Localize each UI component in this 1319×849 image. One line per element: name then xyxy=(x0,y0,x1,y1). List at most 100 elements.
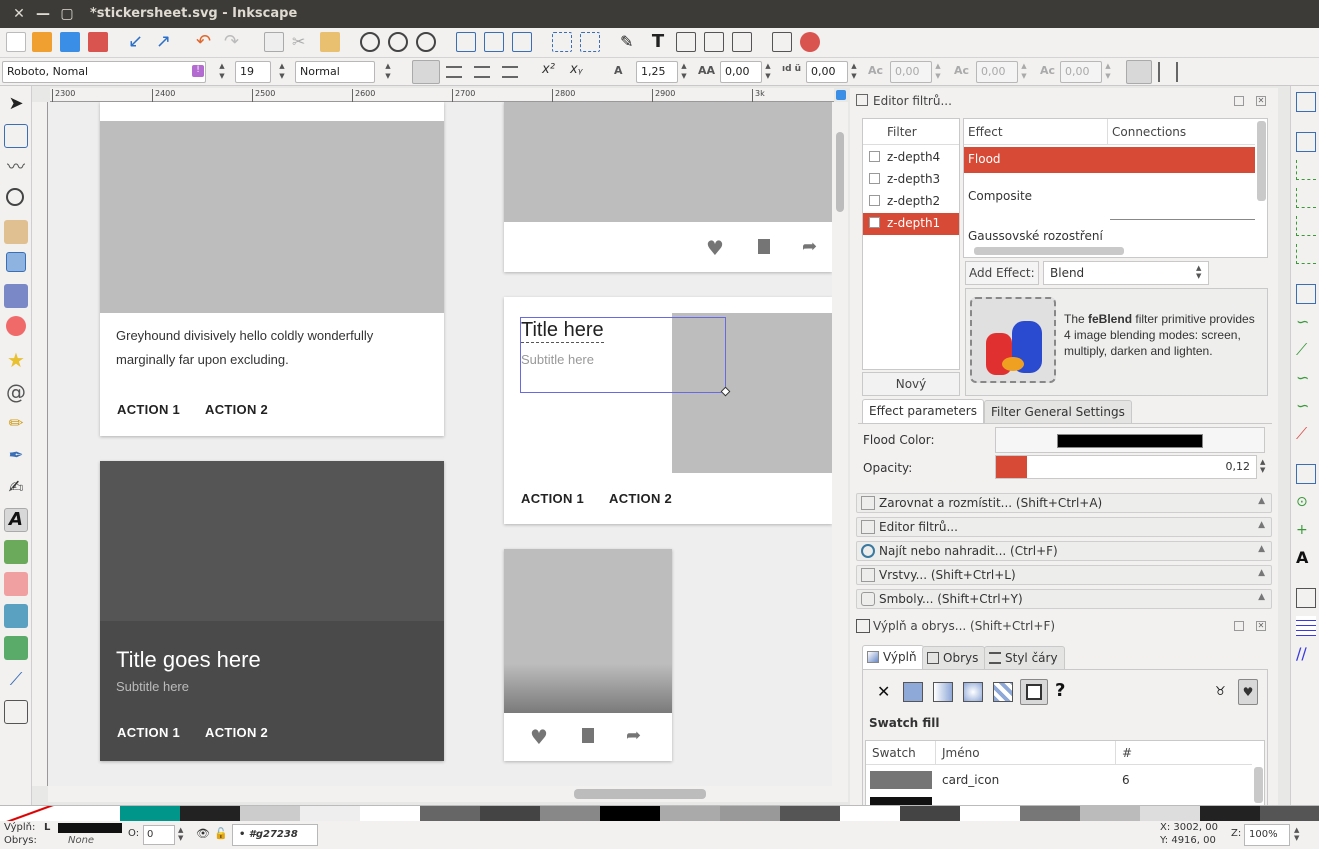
tab-effect-parameters[interactable]: Effect parameters xyxy=(862,399,984,423)
rectangle-tool-icon[interactable] xyxy=(6,252,26,272)
opacity-status-field[interactable]: 0 xyxy=(143,825,175,845)
name-column-header[interactable]: Jméno xyxy=(936,741,1116,765)
palette-swatch[interactable] xyxy=(540,806,600,821)
card-5[interactable]: ♥ ➦ xyxy=(504,549,672,761)
snap-paths-icon[interactable]: ∽ xyxy=(1296,312,1316,332)
palette-swatch[interactable] xyxy=(720,806,780,821)
effect-list-hscroll-thumb[interactable] xyxy=(974,247,1124,255)
card-1[interactable]: Greyhound divisively hello coldly wonder… xyxy=(100,102,444,436)
filter-checkbox[interactable] xyxy=(869,151,880,162)
selector-tool-icon[interactable]: ➤ xyxy=(4,92,28,116)
swatch-table-scroll-thumb[interactable] xyxy=(1254,767,1263,803)
ellipse-tool-icon[interactable] xyxy=(6,316,26,336)
palette-swatch[interactable] xyxy=(960,806,1020,821)
zoom-page-icon[interactable] xyxy=(416,32,436,52)
palette-swatch[interactable] xyxy=(900,806,960,821)
snap-bbox-midpoints-icon[interactable] xyxy=(1296,216,1316,236)
palette-swatch[interactable] xyxy=(1200,806,1260,821)
tab-fill[interactable]: Výplň xyxy=(862,645,924,669)
flood-color-button[interactable] xyxy=(995,427,1265,453)
palette-swatch[interactable] xyxy=(840,806,900,821)
font-size-field[interactable]: 19 xyxy=(235,61,271,83)
text-tool-icon[interactable]: A xyxy=(4,508,28,532)
save-icon[interactable] xyxy=(60,32,80,52)
letter-spacing-field[interactable]: 0,00 xyxy=(720,61,762,83)
kern-v-field[interactable]: 0,00 xyxy=(976,61,1018,83)
duplicate-icon[interactable] xyxy=(456,32,476,52)
effect-row-composite[interactable]: Composite xyxy=(964,175,1255,223)
iconify-panel-icon[interactable] xyxy=(1234,621,1244,631)
palette-swatch[interactable] xyxy=(360,806,420,821)
align-left-button[interactable] xyxy=(412,60,440,84)
lock-guides-icon[interactable] xyxy=(836,90,846,100)
zoom-field[interactable]: 100% xyxy=(1244,824,1290,846)
print-icon[interactable] xyxy=(88,32,108,52)
import-icon[interactable]: ↙ xyxy=(128,32,148,52)
flat-color-button[interactable] xyxy=(903,682,923,702)
count-column-header[interactable]: # xyxy=(1116,741,1252,765)
redo-icon[interactable]: ↷ xyxy=(224,32,244,52)
fill-stroke-icon[interactable]: ✎ xyxy=(620,32,640,52)
pen-tool-icon[interactable]: ✒ xyxy=(4,444,28,468)
tweak-tool-icon[interactable]: 〰 xyxy=(4,156,28,180)
snap-bbox-edges-icon[interactable] xyxy=(1296,160,1316,180)
zoom-drawing-icon[interactable] xyxy=(388,32,408,52)
kern-v-stepper[interactable]: ▲ ▼ xyxy=(1018,61,1030,83)
effect-row-flood[interactable]: Flood xyxy=(964,147,1255,173)
palette-swatch[interactable] xyxy=(1080,806,1140,821)
measure-tool-icon[interactable] xyxy=(4,220,28,244)
new-filter-button[interactable]: Nový xyxy=(862,372,960,396)
pencil-tool-icon[interactable]: ✏ xyxy=(4,412,28,436)
lock-icon[interactable]: 🔓 xyxy=(214,827,228,840)
card-2[interactable]: Title goes here Subtitle here ACTION 1 A… xyxy=(100,461,444,761)
swatch-button[interactable] xyxy=(1020,679,1048,705)
font-size-stepper[interactable]: ▲ ▼ xyxy=(276,61,288,83)
palette-swatch[interactable] xyxy=(600,806,660,821)
iconify-panel-icon[interactable] xyxy=(1234,96,1244,106)
rotation-field[interactable]: 0,00 xyxy=(1060,61,1102,83)
close-panel-icon[interactable]: ✕ xyxy=(1256,96,1266,106)
tab-filter-general-settings[interactable]: Filter General Settings xyxy=(984,400,1132,424)
swatch-column-header[interactable]: Swatch xyxy=(866,741,936,765)
snap-nodes-icon[interactable] xyxy=(1296,284,1316,304)
snap-smooth-nodes-icon[interactable]: ∽ xyxy=(1296,396,1316,416)
snap-grid-icon[interactable] xyxy=(1296,616,1316,636)
pattern-button[interactable] xyxy=(993,682,1013,702)
visibility-icon[interactable]: 👁 xyxy=(196,827,210,840)
color-palette[interactable] xyxy=(0,805,1319,821)
kern-h-stepper[interactable]: ▲ ▼ xyxy=(932,61,944,83)
close-panel-icon[interactable]: ✕ xyxy=(1256,621,1266,631)
layers-icon[interactable] xyxy=(676,32,696,52)
palette-swatch[interactable] xyxy=(1140,806,1200,821)
connector-tool-icon[interactable] xyxy=(4,700,28,724)
snap-enable-icon[interactable] xyxy=(1296,92,1316,112)
filter-checkbox[interactable] xyxy=(869,217,880,228)
dropper-tool-icon[interactable]: ⟋ xyxy=(4,668,28,692)
line-spacing-field[interactable]: 1,25 xyxy=(636,61,678,83)
snap-rotation-centers-icon[interactable]: + xyxy=(1296,520,1316,540)
palette-swatch[interactable] xyxy=(120,806,180,821)
snap-intersections-icon[interactable]: ⟋ xyxy=(1296,340,1316,360)
export-icon[interactable]: ↗ xyxy=(156,32,176,52)
palette-swatch[interactable] xyxy=(480,806,540,821)
unset-paint-button[interactable]: ? xyxy=(1055,680,1065,701)
panel-filter-editor[interactable]: Editor filtrů... ▲ xyxy=(856,517,1272,537)
ungroup-icon[interactable] xyxy=(580,32,600,52)
fill-rule-evenodd-icon[interactable]: ♉ xyxy=(1215,684,1226,698)
linear-gradient-button[interactable] xyxy=(933,682,953,702)
align-distribute-icon[interactable] xyxy=(732,32,752,52)
table-row-name[interactable]: card_icon xyxy=(942,773,999,787)
group-icon[interactable] xyxy=(552,32,572,52)
xml-editor-icon[interactable] xyxy=(704,32,724,52)
opacity-status-stepper[interactable]: ▲ ▼ xyxy=(178,826,183,842)
snap-bbox-corners-icon[interactable] xyxy=(1296,188,1316,208)
tab-stroke-style[interactable]: Styl čáry xyxy=(984,646,1065,670)
palette-swatch[interactable] xyxy=(1260,806,1319,821)
minimize-window-icon[interactable]: — xyxy=(34,5,52,23)
horizontal-text-button[interactable] xyxy=(1126,60,1152,84)
spiral-tool-icon[interactable]: @ xyxy=(4,380,28,404)
effect-list-scroll-thumb[interactable] xyxy=(1257,121,1266,201)
word-spacing-stepper[interactable]: ▲ ▼ xyxy=(848,61,860,83)
table-row-swatch[interactable] xyxy=(870,771,932,789)
canvas-horizontal-scrollbar[interactable] xyxy=(48,786,848,802)
